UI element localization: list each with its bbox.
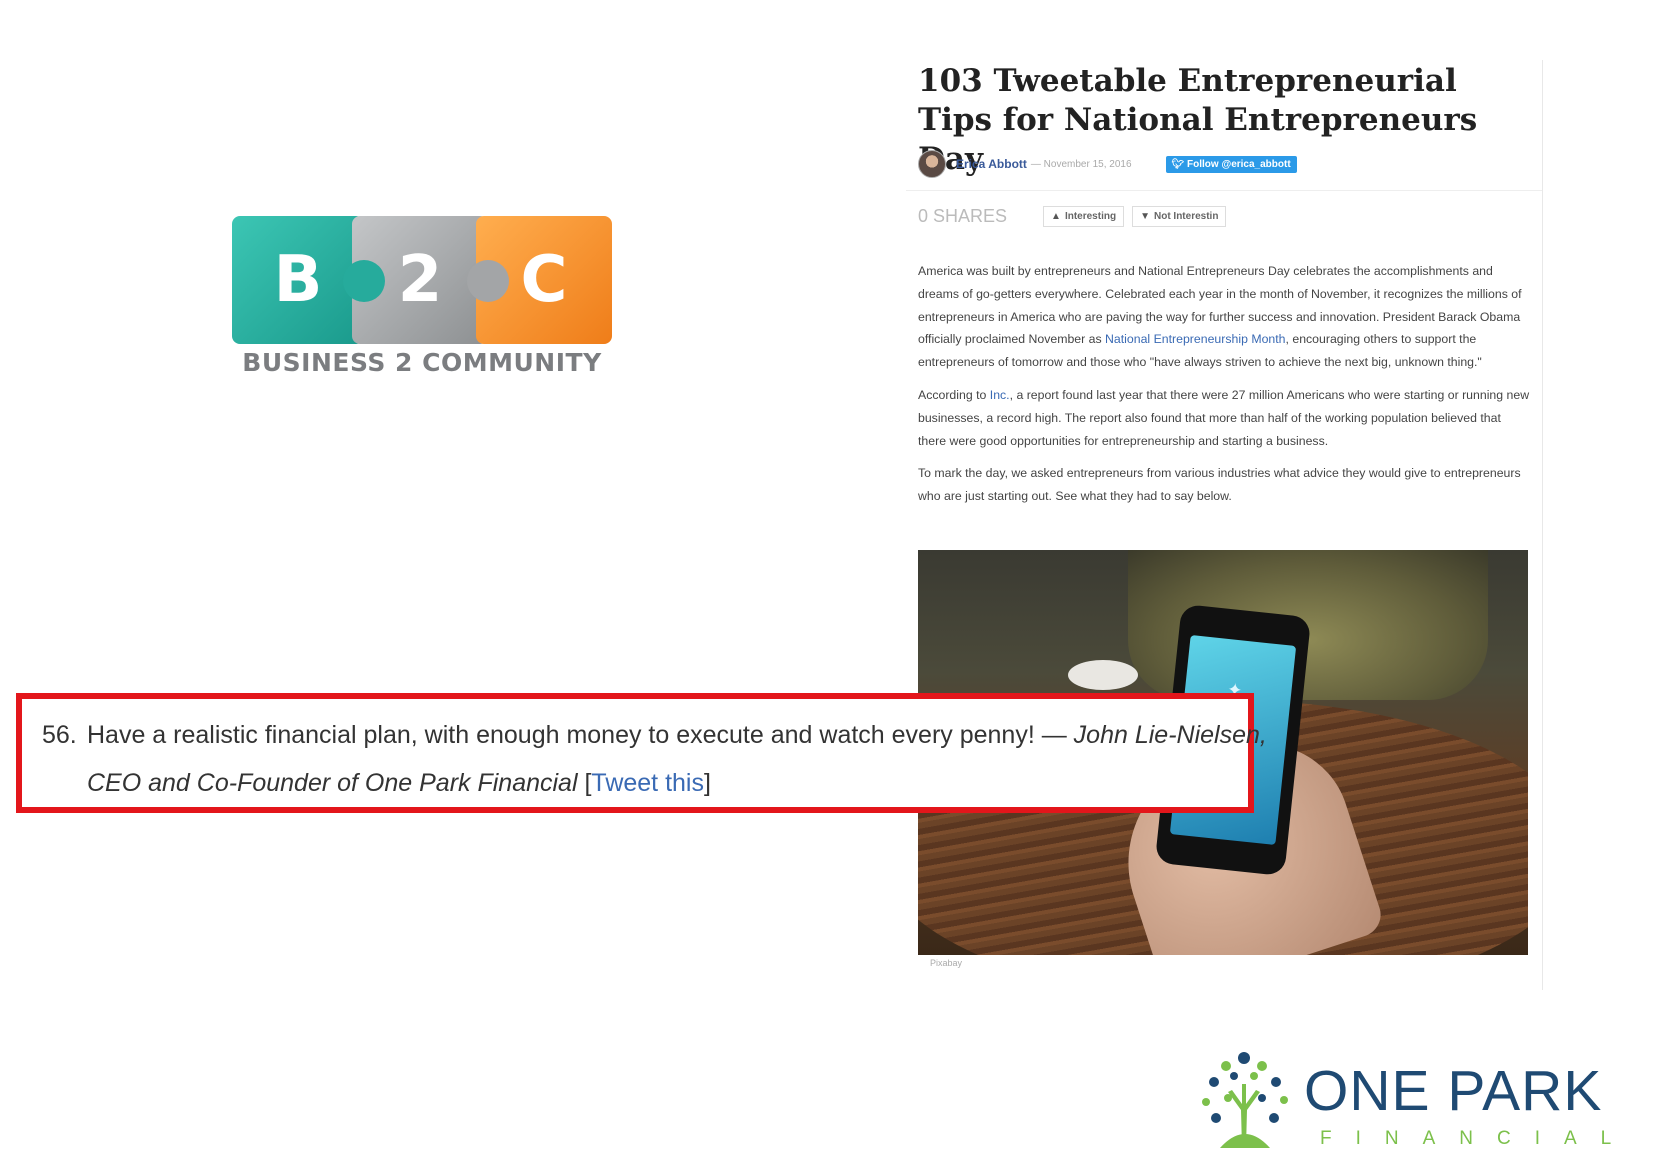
bracket: ]	[703, 769, 711, 797]
b2c-logo: B 2 C BUSINESS 2 COMMUNITY	[232, 216, 612, 378]
highlighted-quote: 56. Have a realistic financial plan, with…	[16, 693, 1267, 813]
b2c-letter-b: B	[273, 243, 323, 317]
one-park-financial-logo: ONE PARK FINANCIAL	[1190, 1040, 1630, 1160]
twitter-bird-icon: 🐦︎	[1171, 158, 1188, 170]
article-date: — November 15, 2016	[1030, 158, 1132, 170]
follow-label: Follow @erica_abbott	[1187, 158, 1291, 170]
opf-subtitle: FINANCIAL	[1320, 1128, 1636, 1149]
author-name[interactable]: Erica Abbott	[956, 157, 1027, 171]
bracket: [	[577, 769, 592, 797]
photo-cup	[1068, 660, 1138, 690]
article-panel: 103 Tweetable Entrepreneurial Tips for N…	[906, 60, 1543, 990]
author-avatar[interactable]	[918, 150, 946, 178]
puzzle-knob	[343, 260, 385, 302]
b2c-tagline: BUSINESS 2 COMMUNITY	[242, 348, 602, 377]
quote-text: 56. Have a realistic financial plan, with…	[42, 711, 1267, 807]
inline-link[interactable]: National Entrepreneurship Month	[1105, 332, 1285, 346]
tree-icon	[1202, 1052, 1288, 1148]
paragraph: America was built by entrepreneurs and N…	[918, 260, 1530, 374]
interesting-button[interactable]: ▲ Interesting	[1043, 205, 1125, 227]
paragraph-text: To mark the day, we asked entrepreneurs …	[918, 466, 1521, 504]
divider	[906, 190, 1542, 191]
b2c-letter-2: 2	[397, 243, 443, 317]
up-arrow-icon: ▲	[1051, 210, 1061, 222]
inline-link[interactable]: Inc.	[990, 388, 1010, 402]
image-caption: Pixabay	[930, 958, 963, 968]
tweet-this-link[interactable]: Tweet this	[591, 769, 704, 797]
puzzle-knob	[467, 260, 509, 302]
opf-name: ONE PARK	[1304, 1059, 1603, 1123]
follow-button[interactable]: 🐦︎ Follow @erica_abbott	[1165, 155, 1297, 173]
interesting-label: Interesting	[1064, 210, 1117, 222]
quote-number: 56.	[42, 721, 77, 749]
down-arrow-icon: ▼	[1140, 210, 1150, 222]
b2c-letter-c: C	[520, 243, 568, 317]
paragraph: To mark the day, we asked entrepreneurs …	[918, 462, 1530, 508]
not-interesting-label: Not Interestin	[1153, 210, 1219, 222]
share-bar: 0 SHARES ▲ Interesting ▼ Not Interestin	[918, 203, 1234, 229]
article-body: America was built by entrepreneurs and N…	[918, 260, 1530, 518]
byline: Erica Abbott — November 15, 2016 🐦︎ Foll…	[918, 150, 1297, 178]
paragraph: According to Inc., a report found last y…	[918, 384, 1530, 452]
paragraph-text: According to	[918, 387, 990, 402]
paragraph-text: , a report found last year that there we…	[918, 387, 1530, 448]
not-interesting-button[interactable]: ▼ Not Interestin	[1132, 205, 1227, 227]
quote-body: Have a realistic financial plan, with en…	[87, 721, 1074, 749]
shares-count: 0 SHARES	[918, 205, 1008, 226]
